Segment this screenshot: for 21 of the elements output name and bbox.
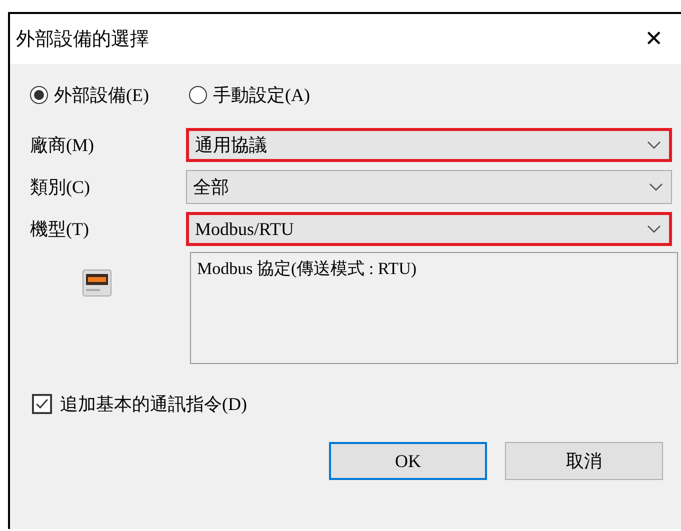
dialog-button[interactable]: 取消 bbox=[505, 442, 663, 480]
radio-button[interactable] bbox=[188, 86, 207, 104]
description-box: Modbus 協定(傳送模式 : RTU) bbox=[190, 252, 678, 364]
chevron-down-icon bbox=[647, 141, 661, 149]
checkbox[interactable] bbox=[32, 394, 52, 414]
radio-button[interactable] bbox=[30, 86, 48, 104]
dropdown[interactable]: 全部 bbox=[186, 170, 672, 204]
dropdown[interactable]: Modbus/RTU bbox=[186, 212, 672, 246]
field-label: 機型(T) bbox=[30, 218, 90, 241]
chevron-down-icon bbox=[649, 183, 663, 191]
radio-label[interactable]: 手動設定(A) bbox=[212, 83, 310, 107]
radio-label[interactable]: 外部設備(E) bbox=[54, 83, 149, 107]
close-button[interactable]: ✕ bbox=[638, 26, 669, 52]
window-title: 外部設備的選擇 bbox=[16, 28, 149, 52]
field-label: 類別(C) bbox=[30, 176, 91, 199]
chevron-down-icon bbox=[647, 225, 661, 233]
dropdown[interactable]: 通用協議 bbox=[186, 128, 672, 162]
checkbox-label[interactable]: 追加基本的通訊指令(D) bbox=[60, 392, 247, 416]
dialog-button[interactable]: OK bbox=[329, 442, 487, 480]
field-label: 廠商(M) bbox=[30, 134, 95, 157]
device-icon bbox=[82, 268, 112, 298]
